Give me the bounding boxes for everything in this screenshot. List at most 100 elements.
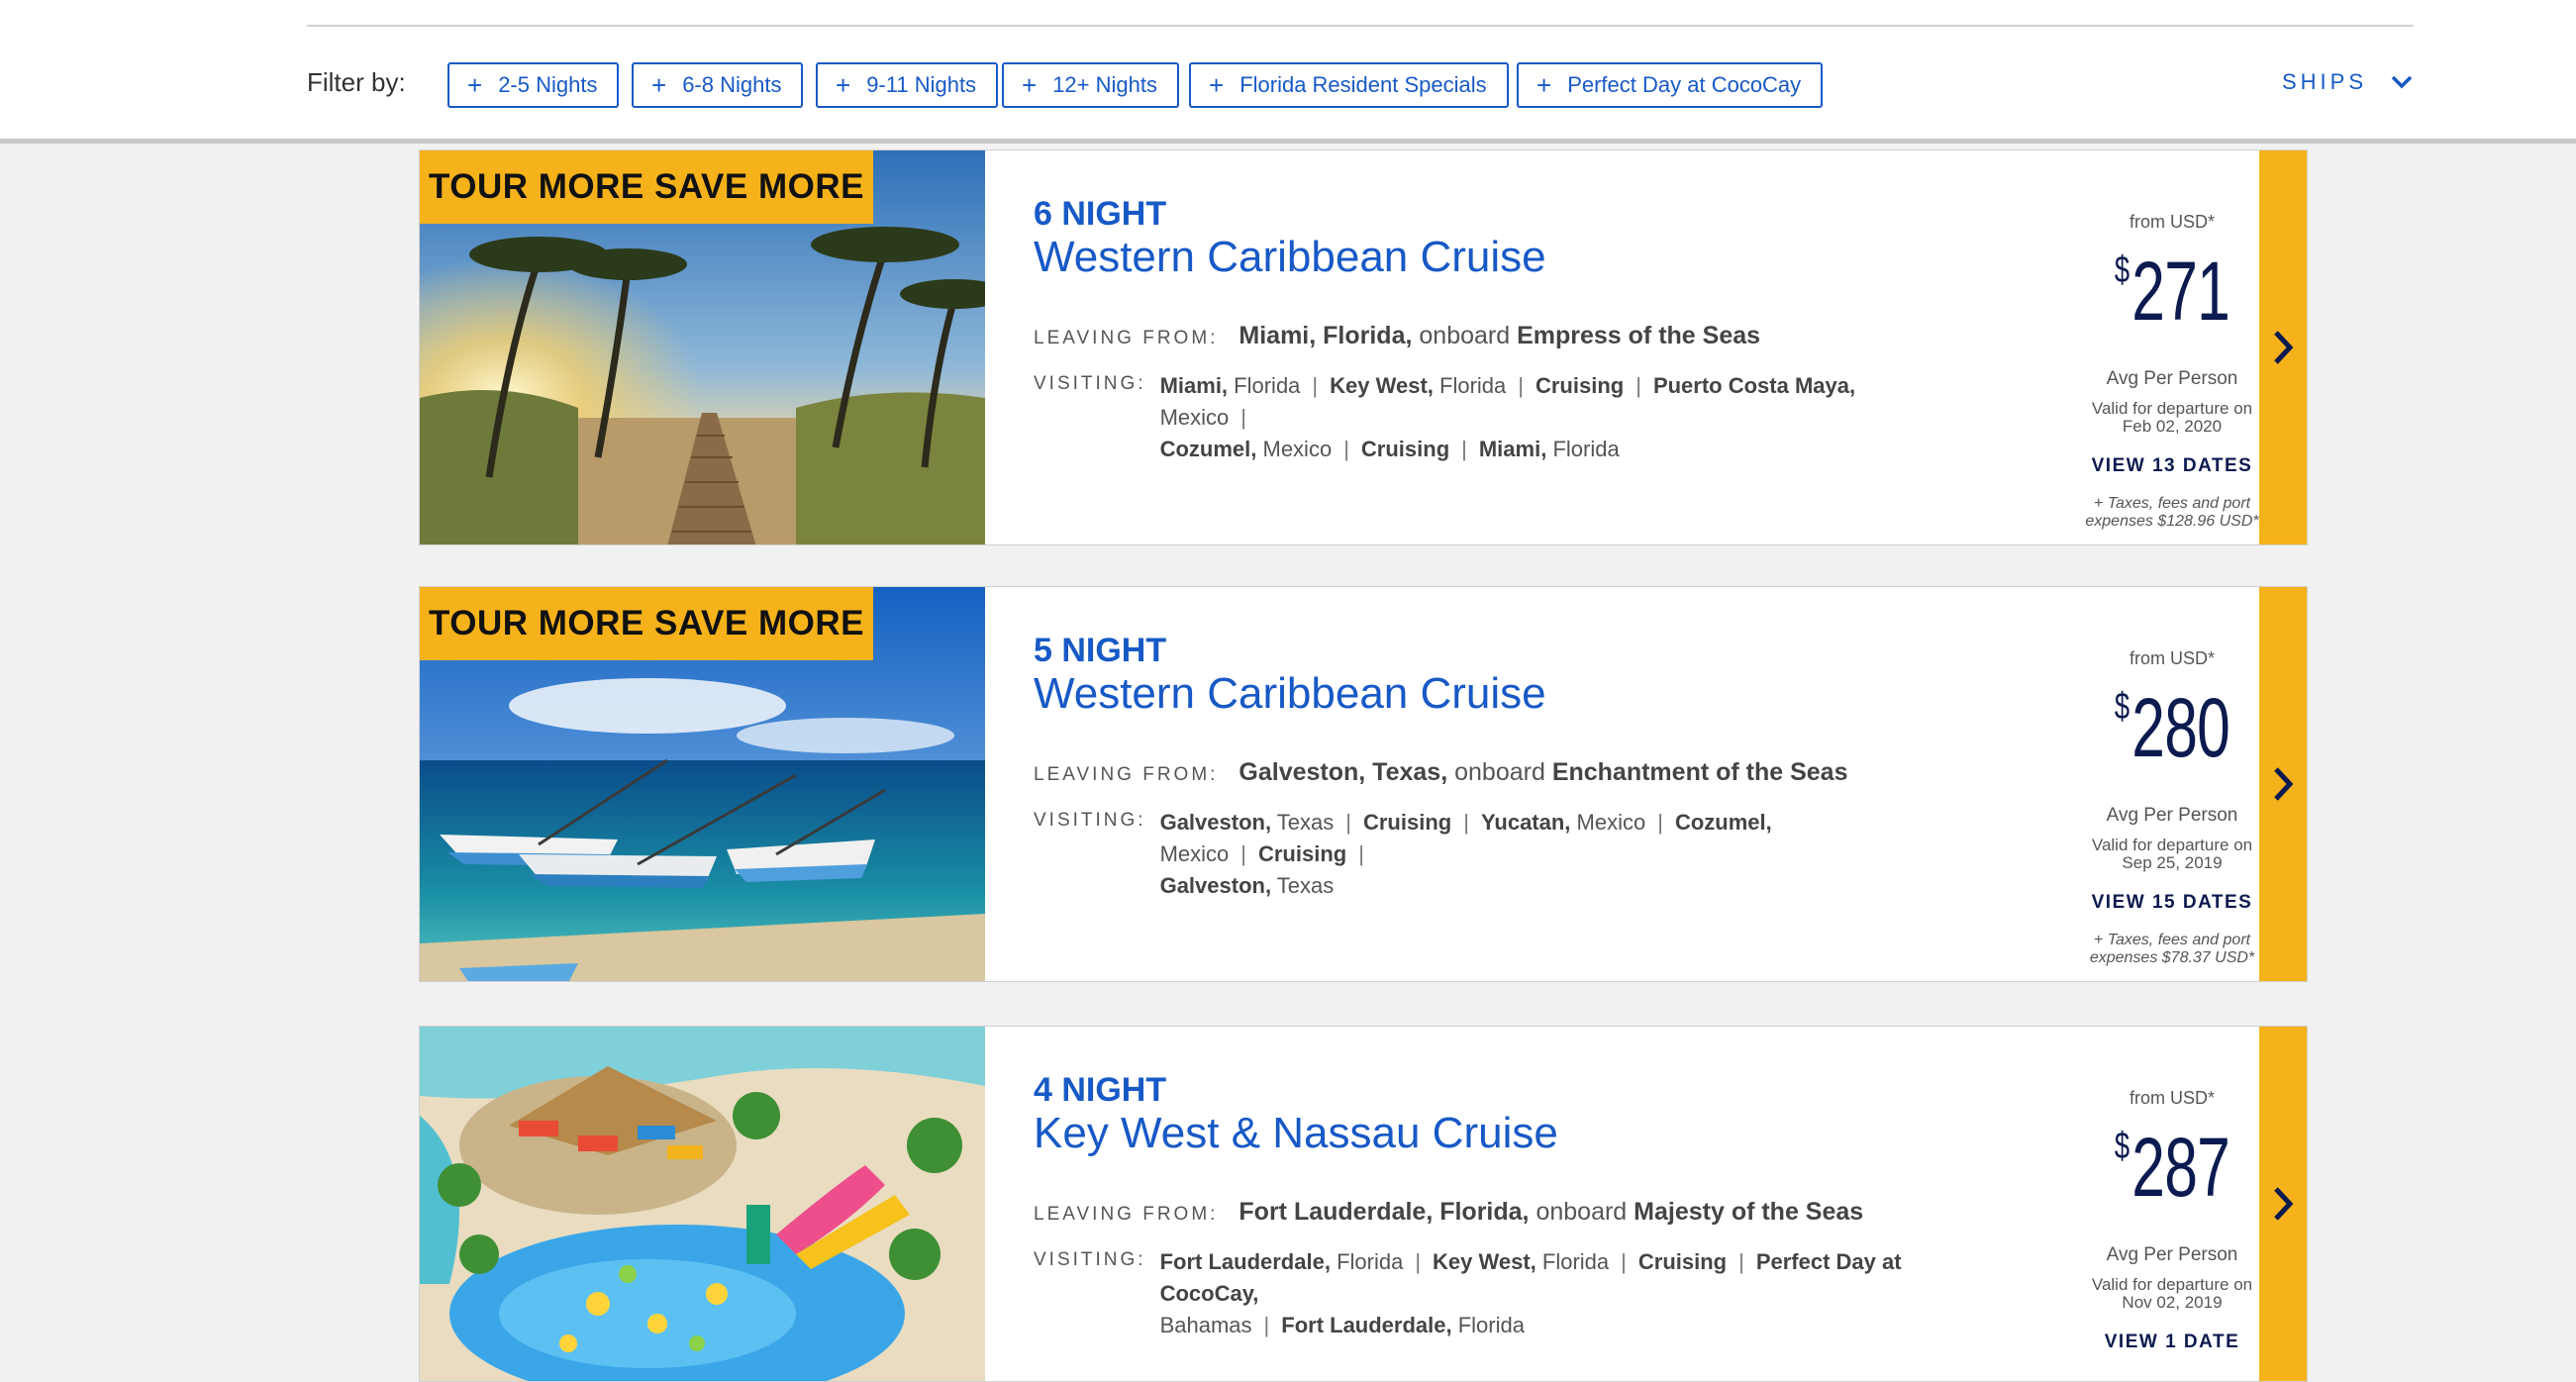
leaving-from: LEAVING FROM: Miami, Florida, onboard Em… — [1034, 322, 1760, 350]
price-amount: $280 — [2094, 686, 2250, 769]
departure-port: Miami, Florida, — [1238, 322, 1413, 349]
avg-per-person: Avg Per Person — [2106, 368, 2238, 389]
filter-bar: Filter by: + 2-5 Nights + 6-8 Nights + 9… — [0, 0, 2576, 144]
card-next-button[interactable] — [2259, 1027, 2307, 1381]
filter-chip-florida-resident-specials[interactable]: + Florida Resident Specials — [1189, 62, 1509, 108]
ships-label: SHIPS — [2281, 69, 2367, 94]
valid-departure: Valid for departure on Feb 02, 2020 — [2091, 399, 2253, 436]
ships-dropdown[interactable]: SHIPS — [2282, 69, 2413, 95]
port-name: Key West, — [1433, 1249, 1536, 1274]
filter-chip-6-8-nights[interactable]: + 6-8 Nights — [632, 62, 804, 108]
departure-port: Galveston, Texas, — [1238, 758, 1448, 786]
filter-chip-label: 2-5 Nights — [498, 72, 598, 97]
ship-name: Enchantment of the Seas — [1551, 758, 1848, 786]
port-region: Florida — [1457, 1313, 1525, 1337]
onboard-text: onboard — [1419, 322, 1511, 349]
port-region: Bahamas — [1159, 1313, 1252, 1337]
port-name: Cruising — [1535, 373, 1625, 398]
port-region: Texas — [1276, 810, 1335, 835]
visiting-label: VISITING: — [1034, 810, 1146, 831]
view-dates-link[interactable]: VIEW 15 DATES — [2063, 892, 2281, 914]
cruise-card[interactable]: TOUR MORE SAVE MORE 6 NIGHT Western Cari… — [419, 149, 2308, 545]
filter-chip-perfect-day-at-cococay[interactable]: + Perfect Day at CocoCay — [1517, 62, 1824, 108]
filter-label: Filter by: — [307, 67, 406, 97]
port-name: Yucatan, — [1480, 810, 1571, 835]
departure-date: Sep 25, 2019 — [2122, 853, 2223, 872]
currency-symbol: $ — [2114, 686, 2130, 728]
card-next-button[interactable] — [2259, 150, 2307, 544]
cruise-photo-beach-boardwalk: TOUR MORE SAVE MORE — [420, 150, 985, 544]
port-name: Galveston, — [1159, 810, 1272, 835]
leaving-from: LEAVING FROM: Fort Lauderdale, Florida, … — [1034, 1198, 1863, 1227]
port-region: Mexico — [1159, 841, 1230, 866]
departure-port: Fort Lauderdale, Florida, — [1238, 1198, 1530, 1226]
cruise-card[interactable]: 4 NIGHT Key West & Nassau Cruise LEAVING… — [419, 1026, 2308, 1382]
filter-chip-2-5-nights[interactable]: + 2-5 Nights — [447, 62, 620, 108]
port-name: Cozumel, — [1674, 810, 1772, 835]
leaving-from-label: LEAVING FROM: — [1034, 1204, 1219, 1225]
port-name: Cruising — [1360, 437, 1450, 461]
cruise-title[interactable]: Western Caribbean Cruise — [1034, 669, 1546, 719]
port-list: Fort Lauderdale, Florida | Key West, Flori… — [1159, 1249, 1902, 1337]
view-dates-link[interactable]: VIEW 13 DATES — [2063, 455, 2281, 477]
port-name: Cruising — [1362, 810, 1452, 835]
port-region: Florida — [1234, 373, 1301, 398]
port-name: Cruising — [1637, 1249, 1728, 1274]
plus-icon: + — [1536, 70, 1552, 100]
price-value: 280 — [2131, 681, 2230, 774]
port-name: Fort Lauderdale, — [1159, 1249, 1331, 1274]
cruise-nights: 4 NIGHT — [1034, 1071, 1167, 1109]
onboard-text: onboard — [1536, 1198, 1628, 1226]
port-region: Florida — [1439, 373, 1507, 398]
filter-chip-12-plus-nights[interactable]: + 12+ Nights — [1002, 62, 1179, 108]
departure-date: Nov 02, 2019 — [2122, 1293, 2223, 1312]
filter-chip-label: 9-11 Nights — [866, 72, 977, 97]
avg-per-person: Avg Per Person — [2106, 805, 2238, 826]
port-name: Key West, — [1330, 373, 1434, 398]
visiting: VISITING: Miami, Florida | Key West, Flori… — [1034, 370, 1954, 465]
chevron-right-icon — [2274, 331, 2294, 364]
price-value: 287 — [2131, 1121, 2230, 1214]
plus-icon: + — [836, 70, 851, 100]
chevron-right-icon — [2274, 767, 2294, 801]
plus-icon: + — [1022, 70, 1038, 100]
plus-icon: + — [1209, 70, 1225, 100]
filter-chip-label: Florida Resident Specials — [1239, 72, 1487, 97]
price-value: 271 — [2131, 245, 2230, 338]
from-usd: from USD* — [2129, 648, 2215, 668]
divider — [307, 25, 2414, 27]
visiting-label: VISITING: — [1034, 373, 1146, 394]
port-region: Mexico — [1576, 810, 1646, 835]
leaving-from-label: LEAVING FROM: — [1034, 764, 1219, 785]
card-next-button[interactable] — [2259, 587, 2307, 981]
taxes-note: + Taxes, fees and port expenses $78.37 US… — [2089, 932, 2255, 966]
visiting: VISITING: Fort Lauderdale, Florida | Key W… — [1034, 1246, 1954, 1341]
onboard-text: onboard — [1454, 758, 1545, 786]
filter-chip-9-11-nights[interactable]: + 9-11 Nights — [816, 62, 999, 108]
view-dates-link[interactable]: VIEW 1 DATE — [2063, 1332, 2281, 1353]
avg-per-person: Avg Per Person — [2106, 1244, 2238, 1265]
port-name: Fort Lauderdale, — [1281, 1313, 1452, 1337]
port-name: Galveston, — [1159, 873, 1272, 898]
filter-chip-label: 12+ Nights — [1052, 72, 1157, 97]
cruise-nights: 5 NIGHT — [1034, 632, 1167, 669]
price-amount: $271 — [2094, 249, 2250, 333]
port-list: Galveston, Texas | Cruising | Yucatan, Mexic… — [1159, 810, 1772, 898]
cruise-title[interactable]: Western Caribbean Cruise — [1034, 233, 1546, 282]
port-region: Florida — [1541, 1249, 1610, 1274]
price-amount: $287 — [2094, 1126, 2250, 1209]
valid-departure: Valid for departure on Nov 02, 2019 — [2091, 1275, 2253, 1312]
port-region: Florida — [1552, 437, 1620, 461]
cruise-card[interactable]: TOUR MORE SAVE MORE 5 NIGHT Western Cari… — [419, 586, 2308, 982]
plus-icon: + — [467, 70, 483, 100]
filter-chip-label: Perfect Day at CocoCay — [1567, 72, 1802, 97]
ship-name: Empress of the Seas — [1517, 322, 1761, 349]
visiting-label: VISITING: — [1034, 1249, 1146, 1270]
port-region: Mexico — [1159, 405, 1230, 430]
taxes-note: + Taxes, fees and port expenses $128.96 U… — [2085, 495, 2259, 530]
currency-symbol: $ — [2114, 1126, 2130, 1167]
cruise-photo-boats-ocean: TOUR MORE SAVE MORE — [420, 587, 985, 981]
cruise-title[interactable]: Key West & Nassau Cruise — [1034, 1109, 1558, 1158]
port-name: Miami, — [1478, 437, 1547, 461]
visiting: VISITING: Galveston, Texas | Cruising | Yuca… — [1034, 807, 1954, 902]
